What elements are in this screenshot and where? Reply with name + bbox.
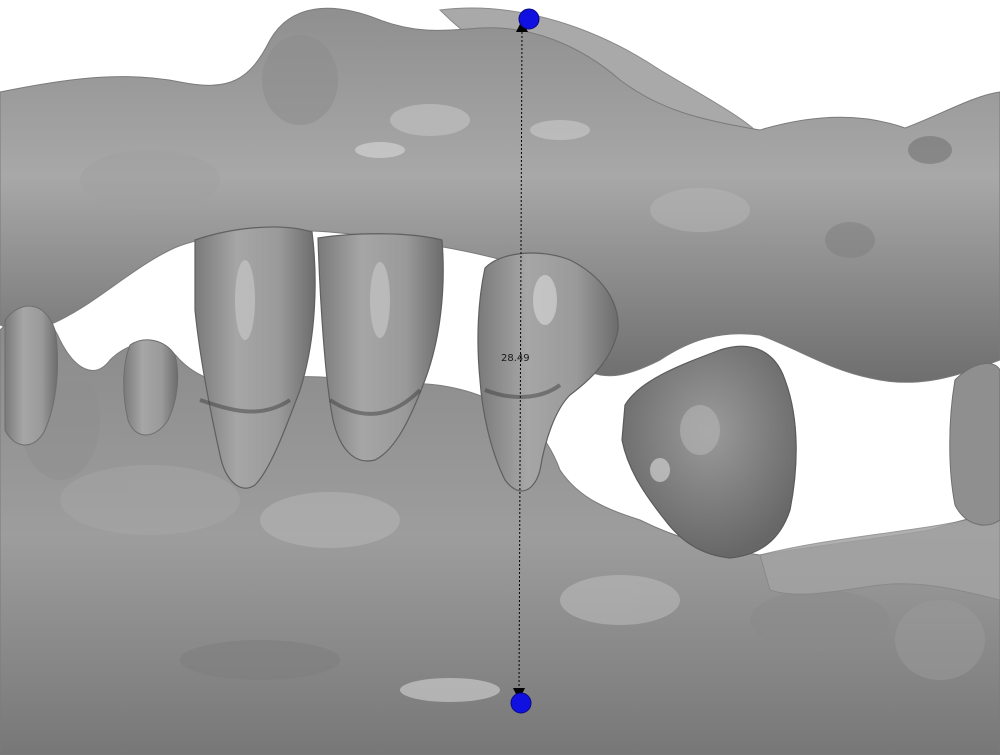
measurement-value-label: 28.49 [501,353,530,364]
right-edge-lobe [949,362,1000,526]
3d-viewport[interactable]: 28.49 [0,0,1000,755]
dental-scan-model[interactable] [0,0,1000,755]
measurement-end-point[interactable] [510,692,532,714]
measurement-start-point[interactable] [518,8,540,30]
